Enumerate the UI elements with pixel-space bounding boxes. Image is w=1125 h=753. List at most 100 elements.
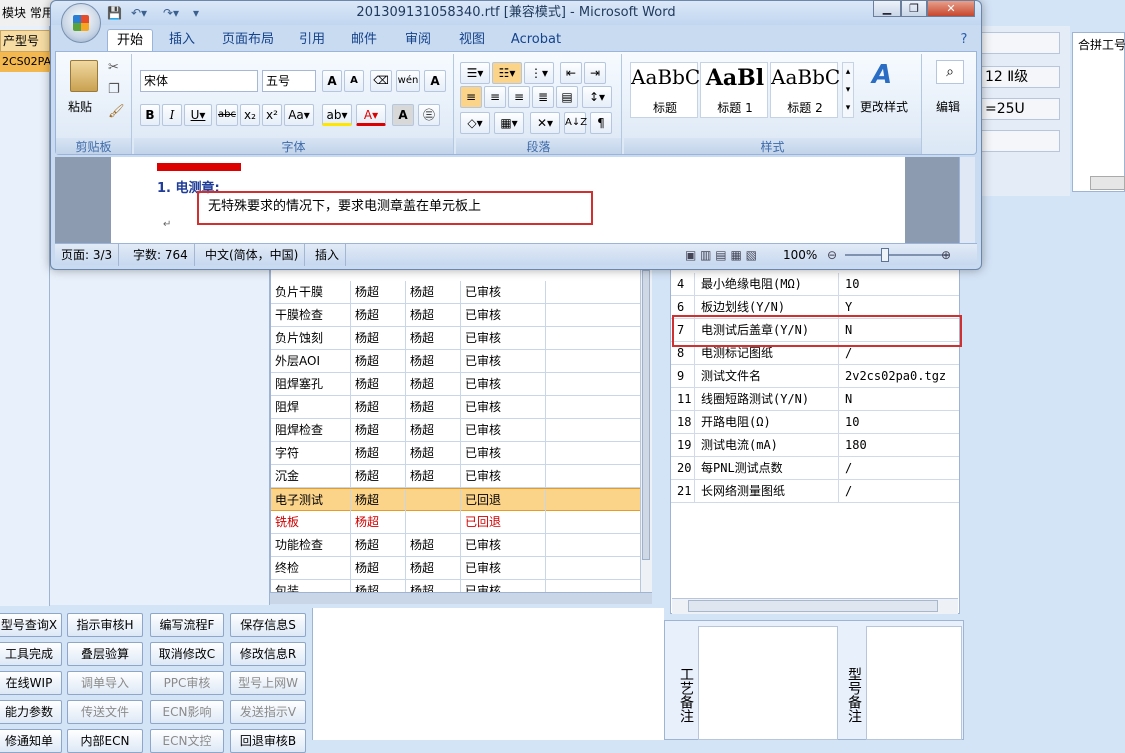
status-page[interactable]: 页面: 3/3: [55, 244, 120, 266]
process-row[interactable]: 字符 杨超 杨超 已审核: [271, 442, 641, 465]
close-button[interactable]: ✕: [927, 0, 975, 17]
action-button[interactable]: 修通知单: [0, 729, 62, 753]
help-icon[interactable]: ?: [955, 29, 973, 51]
line-spacing-icon[interactable]: ↕▾: [582, 86, 612, 108]
process-row[interactable]: 外层AOI 杨超 杨超 已审核: [271, 350, 641, 373]
char-shading-icon[interactable]: A: [392, 104, 414, 126]
align-right-icon[interactable]: ≡: [508, 86, 530, 108]
grow-font-icon[interactable]: A: [322, 70, 342, 92]
multilevel-list-icon[interactable]: ⋮▾: [524, 62, 554, 84]
status-language[interactable]: 中文(简体，中国): [199, 244, 306, 266]
process-row[interactable]: 铣板 杨超 已回退: [271, 511, 641, 534]
align-left-icon[interactable]: ≡: [460, 86, 482, 108]
redo-icon[interactable]: ↷▾: [163, 4, 179, 22]
find-icon[interactable]: ⌕: [936, 60, 964, 84]
action-button[interactable]: 工具完成: [0, 642, 62, 666]
param-row[interactable]: 9 测试文件名 2v2cs02pa0.tgz: [671, 365, 959, 388]
undo-icon[interactable]: ↶▾: [131, 4, 147, 22]
param-row[interactable]: 18 开路电阻(Ω) 10: [671, 411, 959, 434]
format-painter-icon[interactable]: 🖌: [108, 104, 125, 119]
change-case-icon[interactable]: Aa▾: [284, 104, 314, 126]
action-button[interactable]: PPC审核: [150, 671, 224, 695]
process-row[interactable]: 功能检查 杨超 杨超 已审核: [271, 534, 641, 557]
process-table-hscrollbar[interactable]: [270, 592, 652, 604]
underline-icon[interactable]: U▾: [184, 104, 212, 126]
process-row[interactable]: 电子测试 杨超 已回退: [271, 488, 641, 512]
align-center-icon[interactable]: ≡: [484, 86, 506, 108]
sort-icon[interactable]: A↓Z: [564, 112, 587, 134]
borders-icon[interactable]: ▦▾: [494, 112, 524, 134]
craft-remark-field[interactable]: [698, 626, 838, 740]
phonetic-guide-icon[interactable]: wén: [396, 70, 420, 92]
font-size-combo[interactable]: 五号: [262, 70, 316, 92]
action-button[interactable]: 调单导入: [67, 671, 143, 695]
right-field-3[interactable]: =25U: [980, 98, 1060, 120]
action-button[interactable]: 型号查询X: [0, 613, 62, 637]
status-zoom[interactable]: 100%: [777, 244, 823, 266]
action-button[interactable]: 修改信息R: [230, 642, 306, 666]
style-heading1[interactable]: AaBl 标题 1: [700, 62, 768, 118]
enclose-char-icon[interactable]: ㊂: [418, 104, 440, 126]
chinese-layout-icon[interactable]: ✕▾: [530, 112, 560, 134]
tab-insert[interactable]: 插入: [159, 29, 205, 51]
merge-list[interactable]: [1072, 32, 1125, 192]
process-row[interactable]: 阻焊塞孔 杨超 杨超 已审核: [271, 373, 641, 396]
font-color-icon[interactable]: A▾: [356, 104, 386, 126]
process-row[interactable]: 沉金 杨超 杨超 已审核: [271, 465, 641, 488]
justify-icon[interactable]: ≣: [532, 86, 554, 108]
clear-format-icon[interactable]: ⌫: [370, 70, 392, 92]
action-button[interactable]: 能力参数: [0, 700, 62, 724]
merge-list-scrollbar[interactable]: [1090, 176, 1125, 190]
document-vscrollbar[interactable]: [959, 157, 975, 243]
zoom-slider[interactable]: [845, 254, 949, 256]
paste-icon[interactable]: [70, 60, 98, 92]
tab-references[interactable]: 引用: [289, 29, 335, 51]
shrink-font-icon[interactable]: A: [344, 70, 364, 92]
decrease-indent-icon[interactable]: ⇤: [560, 62, 582, 84]
cut-icon[interactable]: ✂: [108, 60, 119, 75]
process-row[interactable]: 阻焊检查 杨超 杨超 已审核: [271, 419, 641, 442]
process-row[interactable]: 终检 杨超 杨超 已审核: [271, 557, 641, 580]
bullets-icon[interactable]: ☰▾: [460, 62, 490, 84]
font-name-combo[interactable]: 宋体: [140, 70, 258, 92]
highlight-color-icon[interactable]: ab▾: [322, 104, 352, 126]
change-styles-icon[interactable]: A: [872, 60, 892, 90]
style-heading2[interactable]: AaBbC 标题 2: [770, 62, 839, 118]
tab-page-layout[interactable]: 页面布局: [215, 29, 281, 51]
param-row[interactable]: 11 线圈短路测试(Y/N) N: [671, 388, 959, 411]
action-button[interactable]: 取消修改C: [150, 642, 224, 666]
model-remark-field[interactable]: [866, 626, 962, 740]
action-button[interactable]: 发送指示V: [230, 700, 306, 724]
param-row[interactable]: 20 每PNL测试点数 /: [671, 457, 959, 480]
paste-label[interactable]: 粘贴: [68, 98, 92, 115]
status-insert-mode[interactable]: 插入: [309, 244, 347, 266]
strikethrough-icon[interactable]: abc: [216, 104, 238, 126]
process-row[interactable]: 干膜检查 杨超 杨超 已审核: [271, 304, 641, 327]
change-styles-label[interactable]: 更改样式: [860, 98, 908, 115]
editing-label[interactable]: 编辑: [936, 98, 960, 115]
action-button[interactable]: 叠层验算: [67, 642, 143, 666]
action-button[interactable]: 回退审核B: [230, 729, 306, 753]
param-row[interactable]: 19 测试电流(mA) 180: [671, 434, 959, 457]
param-row[interactable]: 21 长网络测量图纸 /: [671, 480, 959, 503]
minimize-button[interactable]: ▁: [873, 0, 901, 17]
superscript-icon[interactable]: x²: [262, 104, 282, 126]
action-button[interactable]: 指示审核H: [67, 613, 143, 637]
zoom-slider-thumb[interactable]: [881, 248, 889, 262]
save-icon[interactable]: 💾: [107, 4, 122, 22]
process-row[interactable]: 负片干膜 杨超 杨超 已审核: [271, 281, 641, 304]
tab-home[interactable]: 开始: [107, 29, 153, 51]
restore-button[interactable]: ❐: [901, 0, 927, 17]
action-button[interactable]: 保存信息S: [230, 613, 306, 637]
subscript-icon[interactable]: x₂: [240, 104, 260, 126]
param-row[interactable]: 4 最小绝缘电阻(MΩ) 10: [671, 273, 959, 296]
process-table-scroll-thumb[interactable]: [642, 270, 650, 560]
italic-icon[interactable]: I: [162, 104, 182, 126]
shading-icon[interactable]: ◇▾: [460, 112, 490, 134]
process-row[interactable]: 阻焊 杨超 杨超 已审核: [271, 396, 641, 419]
copy-icon[interactable]: ❐: [108, 82, 120, 97]
left-selected-row[interactable]: 2CS02PA0: [0, 52, 50, 72]
style-title[interactable]: AaBbC 标题: [630, 62, 699, 118]
status-word-count[interactable]: 字数: 764: [127, 244, 195, 266]
tab-review[interactable]: 审阅: [395, 29, 441, 51]
